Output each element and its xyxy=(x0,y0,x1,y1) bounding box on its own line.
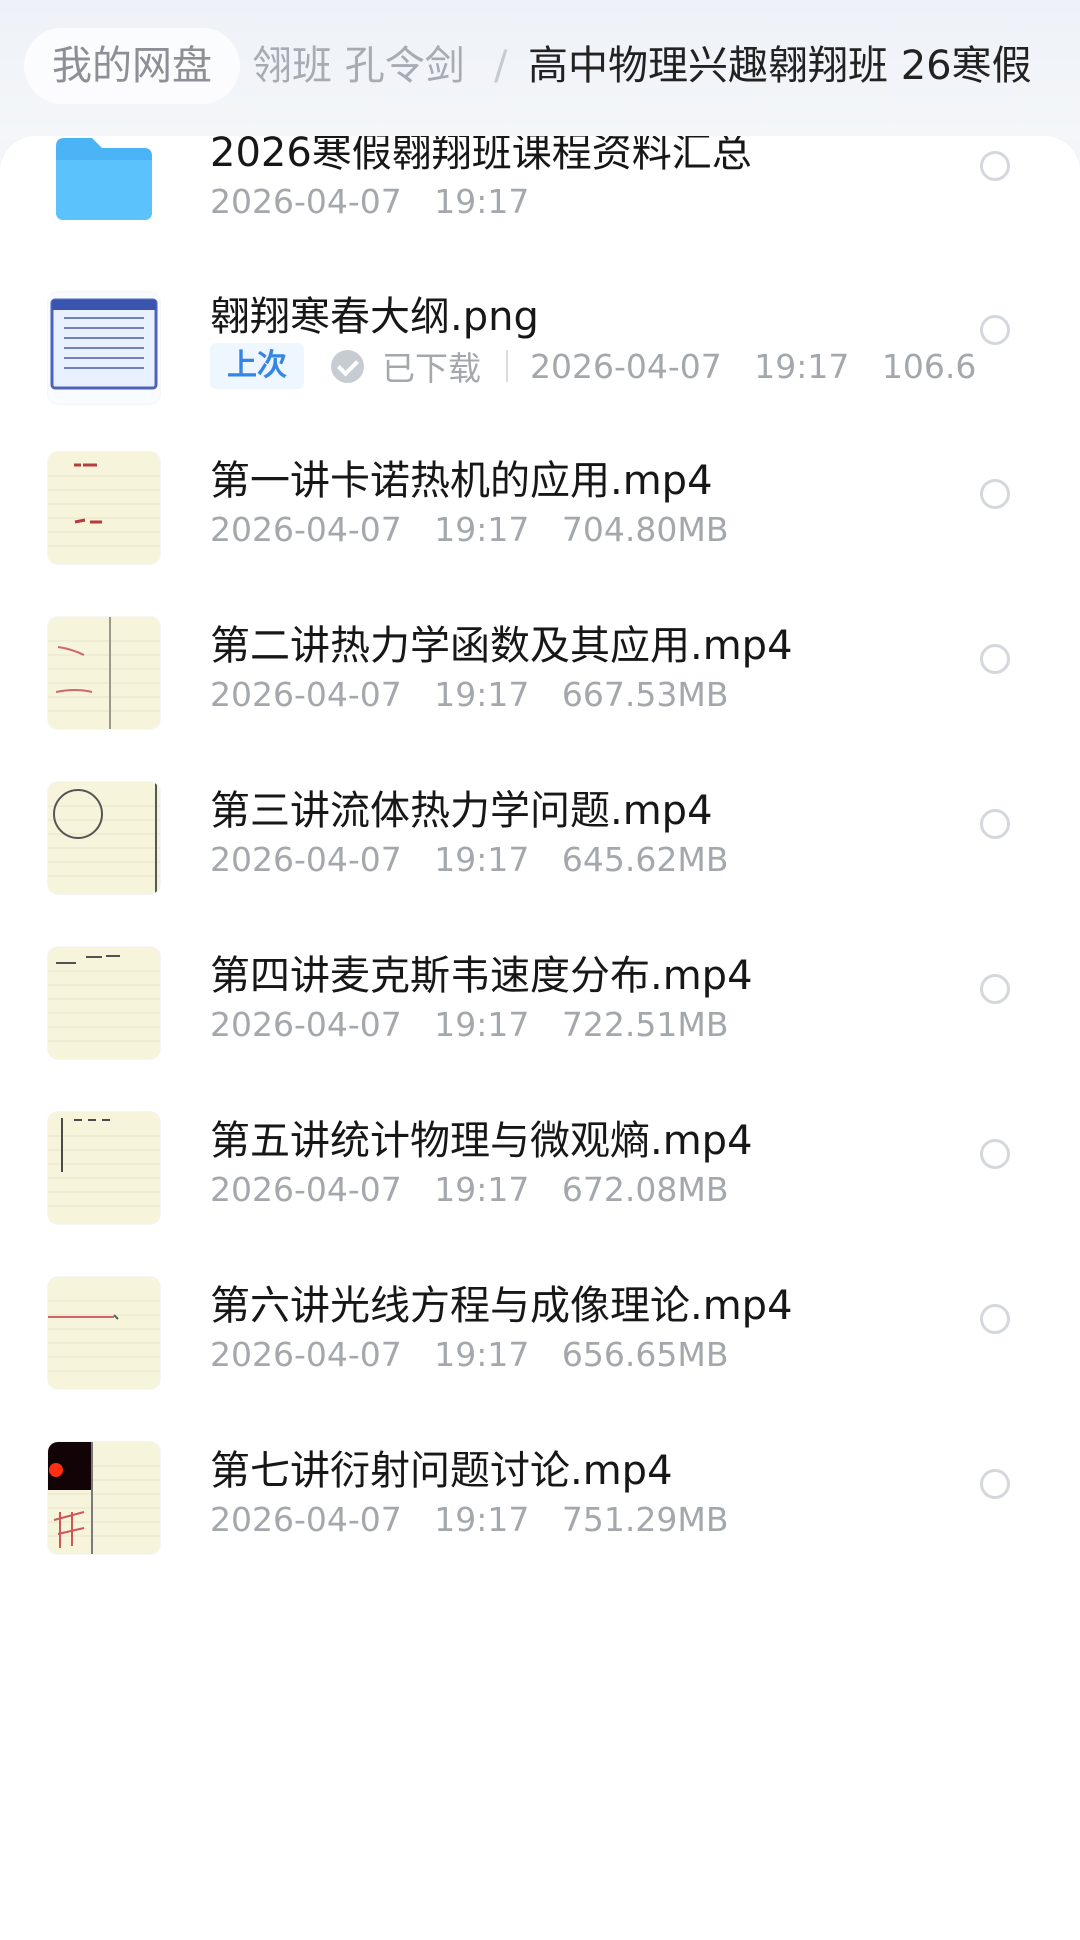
file-date: 2026-04-07 xyxy=(530,346,722,386)
file-name: 翱翔寒春大纲.png xyxy=(210,294,539,340)
file-name: 第一讲卡诺热机的应用.mp4 xyxy=(210,458,713,504)
video-thumbnail-icon xyxy=(48,782,160,894)
breadcrumb-home[interactable]: 我的网盘 xyxy=(24,28,240,104)
file-name: 第七讲衍射问题讨论.mp4 xyxy=(210,1448,673,1494)
image-thumbnail-icon xyxy=(48,292,160,404)
file-meta: 2026-04-07 19:17 704.80MB xyxy=(210,508,728,549)
file-meta: 2026-04-07 19:17 751.29MB xyxy=(210,1498,728,1539)
file-size: 672.08MB xyxy=(561,1170,729,1209)
file-size: 645.62MB xyxy=(561,840,729,879)
file-time: 19:17 xyxy=(754,346,850,386)
file-size: 704.80MB xyxy=(561,510,729,549)
file-date: 2026-04-07 xyxy=(210,1005,402,1044)
select-checkbox[interactable] xyxy=(980,479,1010,509)
breadcrumb: 我的网盘 翎班 孔令剑 / 高中物理兴趣翱翔班 26寒假 xyxy=(24,28,1074,104)
top-header: 我的网盘 翎班 孔令剑 / 高中物理兴趣翱翔班 26寒假 xyxy=(0,0,1080,140)
select-checkbox[interactable] xyxy=(980,809,1010,839)
file-name: 2026寒假翱翔班课程资料汇总 xyxy=(210,136,752,176)
file-time: 19:17 xyxy=(434,1335,530,1374)
file-time: 19:17 xyxy=(434,510,530,549)
file-size: 656.65MB xyxy=(561,1335,729,1374)
select-checkbox[interactable] xyxy=(980,315,1010,345)
file-date: 2026-04-07 xyxy=(210,1500,402,1539)
file-size: 667.53MB xyxy=(561,675,729,714)
file-meta: 2026-04-07 19:17 672.08MB xyxy=(210,1168,728,1209)
select-checkbox[interactable] xyxy=(980,1304,1010,1334)
file-time: 19:17 xyxy=(434,1170,530,1209)
file-name: 第五讲统计物理与微观熵.mp4 xyxy=(210,1118,753,1164)
file-name: 第四讲麦克斯韦速度分布.mp4 xyxy=(210,953,753,999)
breadcrumb-separator: / xyxy=(494,43,508,89)
meta-divider xyxy=(505,350,508,382)
file-time: 19:17 xyxy=(434,840,530,879)
video-thumbnail-icon xyxy=(48,1442,160,1554)
breadcrumb-parent-folder[interactable]: 翎班 孔令剑 xyxy=(252,28,465,104)
file-date: 2026-04-07 xyxy=(210,675,402,714)
file-row-video[interactable]: 第七讲衍射问题讨论.mp4 2026-04-07 19:17 751.29MB xyxy=(0,1442,1080,1658)
video-thumbnail-icon xyxy=(48,1112,160,1224)
breadcrumb-current-folder: 高中物理兴趣翱翔班 26寒假 xyxy=(528,43,1032,89)
file-date: 2026-04-07 xyxy=(210,1170,402,1209)
file-date: 2026-04-07 xyxy=(210,840,402,879)
select-checkbox[interactable] xyxy=(980,151,1010,181)
select-checkbox[interactable] xyxy=(980,1139,1010,1169)
file-meta: 2026-04-07 19:17 667.53MB xyxy=(210,673,728,714)
video-thumbnail-icon xyxy=(48,452,160,564)
video-thumbnail-icon xyxy=(48,947,160,1059)
download-status: 已下载 xyxy=(382,349,481,388)
file-time: 19:17 xyxy=(434,1005,530,1044)
file-meta: 2026-04-07 19:17 xyxy=(210,180,529,221)
file-list: 2026寒假翱翔班课程资料汇总 2026-04-07 19:17 翱翔寒春大纲.… xyxy=(0,136,1080,1940)
file-size: 106.6 xyxy=(881,346,977,386)
file-date: 2026-04-07 xyxy=(210,510,402,549)
file-time: 19:17 xyxy=(434,1500,530,1539)
file-date: 2026-04-07 xyxy=(210,1335,402,1374)
file-meta: 2026-04-07 19:17 645.62MB xyxy=(210,838,728,879)
select-checkbox[interactable] xyxy=(980,644,1010,674)
file-time: 19:17 xyxy=(434,182,530,221)
select-checkbox[interactable] xyxy=(980,1469,1010,1499)
last-opened-tag: 上次 xyxy=(210,343,304,389)
file-date: 2026-04-07 xyxy=(210,182,402,221)
video-thumbnail-icon xyxy=(48,1277,160,1389)
downloaded-check-icon xyxy=(330,349,364,383)
file-meta: 2026-04-07 19:17 656.65MB xyxy=(210,1333,728,1374)
file-name: 第二讲热力学函数及其应用.mp4 xyxy=(210,623,793,669)
video-thumbnail-icon xyxy=(48,617,160,729)
file-size: 722.51MB xyxy=(561,1005,729,1044)
file-time: 19:17 xyxy=(434,675,530,714)
file-size: 751.29MB xyxy=(561,1500,729,1539)
file-meta: 2026-04-07 19:17 722.51MB xyxy=(210,1003,728,1044)
file-meta: 上次 已下载 2026-04-07 19:17 106.6 xyxy=(210,342,976,390)
file-name: 第三讲流体热力学问题.mp4 xyxy=(210,788,713,834)
select-checkbox[interactable] xyxy=(980,974,1010,1004)
file-name: 第六讲光线方程与成像理论.mp4 xyxy=(210,1283,793,1329)
folder-icon xyxy=(48,136,160,236)
